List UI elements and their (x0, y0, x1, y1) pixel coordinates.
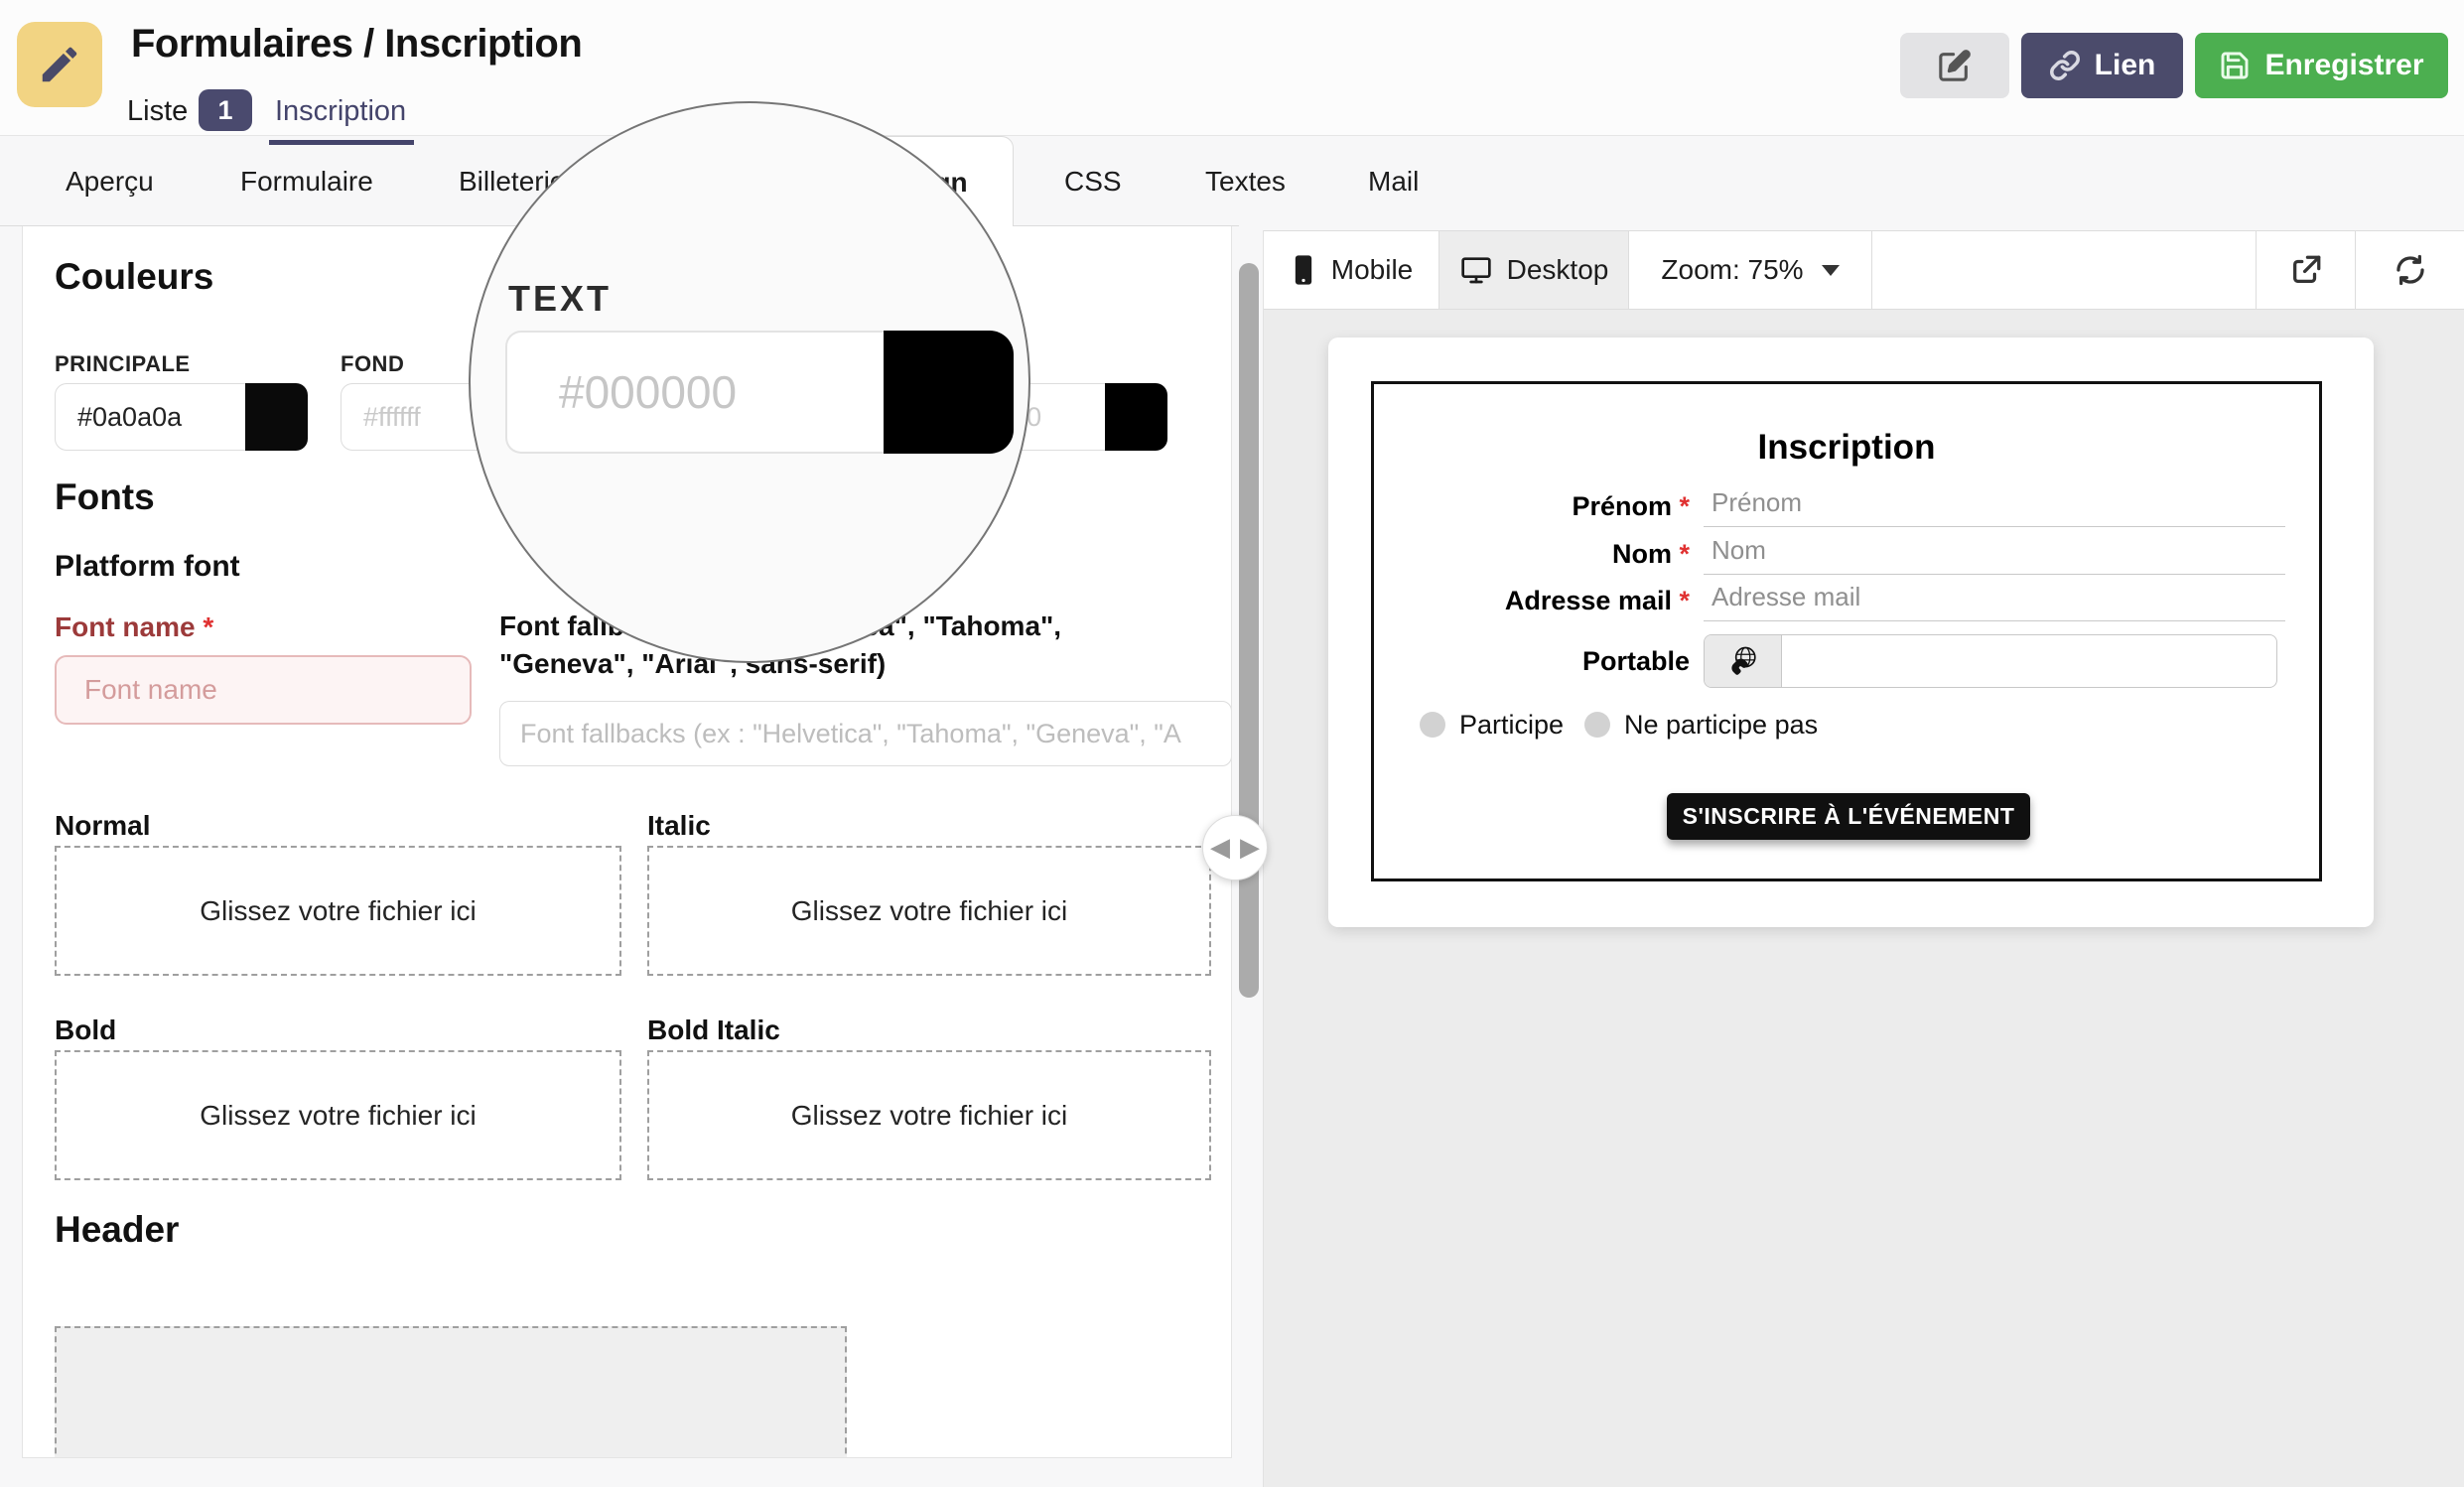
dropzone-bold-italic-text: Glissez votre fichier ici (790, 1099, 1068, 1131)
chevron-down-icon (1821, 264, 1840, 276)
floppy-icon (2219, 50, 2251, 81)
font-name-label: Font name * (55, 611, 213, 643)
preview-toolbar: Mobile Desktop Zoom: 75% (1264, 230, 2464, 310)
field-label-prenom-text: Prénom (1572, 491, 1672, 521)
field-label-prenom: Prénom * (1374, 491, 1690, 522)
panel-split-handle[interactable]: ◀ ▶ (1202, 815, 1268, 880)
liste-count-badge: 1 (199, 89, 252, 131)
left-arrow-icon: ◀ (1210, 833, 1230, 863)
principale-color-swatch[interactable] (245, 383, 308, 451)
field-input-nom[interactable]: Nom (1704, 535, 2285, 575)
magnified-text-color-swatch (884, 331, 1014, 454)
preview-form: Inscription Prénom * Prénom Nom * Nom Ad… (1371, 381, 2322, 881)
fond-label: FOND (341, 351, 405, 376)
field-label-nom: Nom * (1374, 539, 1690, 570)
link-icon (2049, 50, 2081, 81)
save-button-label: Enregistrer (2264, 49, 2424, 81)
lien-button[interactable]: Lien (2021, 33, 2183, 98)
magnifier-overlay: TEXT (469, 101, 1030, 663)
tab-textes[interactable]: Textes (1205, 136, 1286, 226)
share-export-icon (2289, 253, 2323, 287)
lien-button-label: Lien (2094, 49, 2156, 81)
font-name-required-mark: * (203, 611, 214, 642)
app-header: Formulaires / Inscription Liste 1 Inscri… (0, 0, 2464, 145)
vertical-scrollbar-thumb[interactable] (1239, 263, 1259, 998)
radio-participe-label: Participe (1459, 710, 1565, 740)
principale-color-input[interactable] (55, 383, 245, 451)
preview-area: Inscription Prénom * Prénom Nom * Nom Ad… (1264, 310, 2464, 1487)
breadcrumb-liste[interactable]: Liste (127, 95, 188, 128)
preview-card: Inscription Prénom * Prénom Nom * Nom Ad… (1328, 338, 2374, 927)
platform-font-subheading: Platform font (55, 550, 240, 583)
font-name-input[interactable] (55, 655, 472, 725)
app-logo (17, 22, 102, 107)
desktop-toggle-label: Desktop (1506, 254, 1609, 285)
field-input-portable[interactable] (1704, 634, 2277, 688)
magnified-text-color-label: TEXT (508, 278, 613, 319)
field-required-mark: * (1679, 539, 1690, 569)
dropzone-bold[interactable]: Glissez votre fichier ici (55, 1050, 621, 1180)
right-arrow-icon: ▶ (1240, 833, 1260, 863)
breadcrumb-inscription[interactable]: Inscription (275, 95, 406, 128)
field-label-nom-text: Nom (1611, 539, 1672, 569)
radio-ne-participe-pas-label: Ne participe pas (1624, 710, 1819, 740)
smartphone-icon (1290, 253, 1317, 287)
mobile-toggle-label: Mobile (1330, 254, 1414, 285)
tab-formulaire[interactable]: Formulaire (240, 136, 373, 226)
radio-participe[interactable] (1420, 712, 1445, 738)
header-section-heading: Header (55, 1209, 180, 1250)
field-label-adresse-mail-text: Adresse mail (1504, 586, 1672, 615)
preview-form-title: Inscription (1757, 428, 1936, 467)
header-actions: Lien Enregistrer (1900, 33, 2448, 98)
dropzone-normal-text: Glissez votre fichier ici (200, 894, 477, 926)
tab-mail[interactable]: Mail (1368, 136, 1419, 226)
pencil-icon (37, 42, 82, 87)
variant-bold-italic-label: Bold Italic (647, 1014, 780, 1045)
field-input-adresse-mail[interactable]: Adresse mail (1704, 582, 2285, 621)
edit-button[interactable] (1900, 33, 2009, 98)
couleurs-heading: Couleurs (55, 256, 214, 297)
preview-panel: Mobile Desktop Zoom: 75% Inscription Pré… (1263, 230, 2464, 1487)
monitor-icon (1459, 254, 1493, 286)
magnified-text-color-input (505, 331, 884, 454)
fonts-heading: Fonts (55, 476, 155, 517)
radio-ne-participe-pas[interactable] (1584, 712, 1610, 738)
submit-button[interactable]: S'INSCRIRE À L'ÉVÉNEMENT (1667, 793, 2030, 840)
zoom-select[interactable]: Zoom: 75% (1629, 231, 1872, 309)
edit-square-icon (1938, 49, 1972, 82)
field-required-mark: * (1679, 491, 1690, 521)
dropzone-header-image[interactable] (55, 1326, 847, 1457)
page-title: Formulaires / Inscription (131, 22, 583, 66)
text-color-swatch[interactable] (1105, 383, 1167, 451)
dropzone-italic-text: Glissez votre fichier ici (790, 894, 1068, 926)
variant-normal-label: Normal (55, 810, 151, 841)
refresh-icon (2394, 253, 2427, 287)
phone-globe-icon (1725, 643, 1761, 679)
zoom-select-label: Zoom: 75% (1661, 254, 1804, 285)
dropzone-bold-italic[interactable]: Glissez votre fichier ici (647, 1050, 1211, 1180)
field-label-portable: Portable (1374, 646, 1690, 677)
field-input-prenom[interactable]: Prénom (1704, 487, 2285, 527)
principale-label: PRINCIPALE (55, 351, 191, 376)
refresh-button[interactable] (2355, 231, 2464, 309)
variant-italic-label: Italic (647, 810, 711, 841)
field-required-mark: * (1679, 586, 1690, 615)
dropzone-normal[interactable]: Glissez votre fichier ici (55, 846, 621, 976)
save-button[interactable]: Enregistrer (2195, 33, 2448, 98)
mobile-toggle-button[interactable]: Mobile (1264, 231, 1438, 309)
field-label-adresse-mail: Adresse mail * (1374, 586, 1690, 616)
field-label-portable-text: Portable (1581, 646, 1690, 676)
tab-apercu[interactable]: Aperçu (66, 136, 154, 226)
font-fallbacks-input[interactable] (499, 701, 1231, 766)
variant-bold-label: Bold (55, 1014, 117, 1045)
dropzone-italic[interactable]: Glissez votre fichier ici (647, 846, 1211, 976)
dropzone-bold-text: Glissez votre fichier ici (200, 1099, 477, 1131)
phone-country-selector[interactable] (1705, 635, 1782, 687)
tab-css[interactable]: CSS (1064, 136, 1122, 226)
font-name-label-text: Font name (55, 611, 196, 642)
desktop-toggle-button[interactable]: Desktop (1438, 231, 1629, 309)
share-button[interactable] (2256, 231, 2355, 309)
